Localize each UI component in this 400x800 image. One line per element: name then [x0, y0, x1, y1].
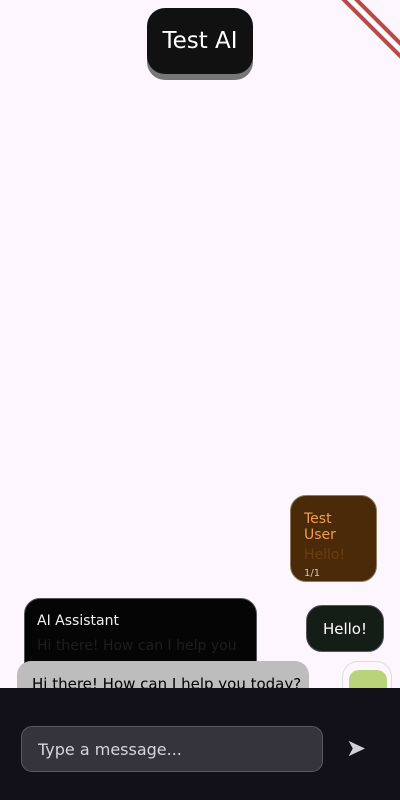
message-input[interactable]	[36, 738, 308, 760]
page-title: Test AI	[147, 8, 253, 74]
assistant-name-label: AI Assistant	[37, 613, 119, 629]
user-message-card[interactable]: Test User Hello! 1/1	[290, 495, 377, 582]
message-input-container[interactable]	[21, 726, 323, 772]
send-button[interactable]: ➤	[344, 736, 368, 760]
user-message-text: Hello!	[304, 547, 346, 563]
assistant-message-text: Hi there! How can I help you	[37, 638, 237, 654]
message-count: 1/1	[304, 568, 321, 579]
message-composer: ➤	[0, 688, 400, 800]
debug-banner	[329, 0, 400, 66]
hello-message-bubble[interactable]: Hello!	[306, 605, 384, 652]
send-icon: ➤	[345, 734, 367, 762]
user-name-label: Test User	[304, 511, 336, 543]
